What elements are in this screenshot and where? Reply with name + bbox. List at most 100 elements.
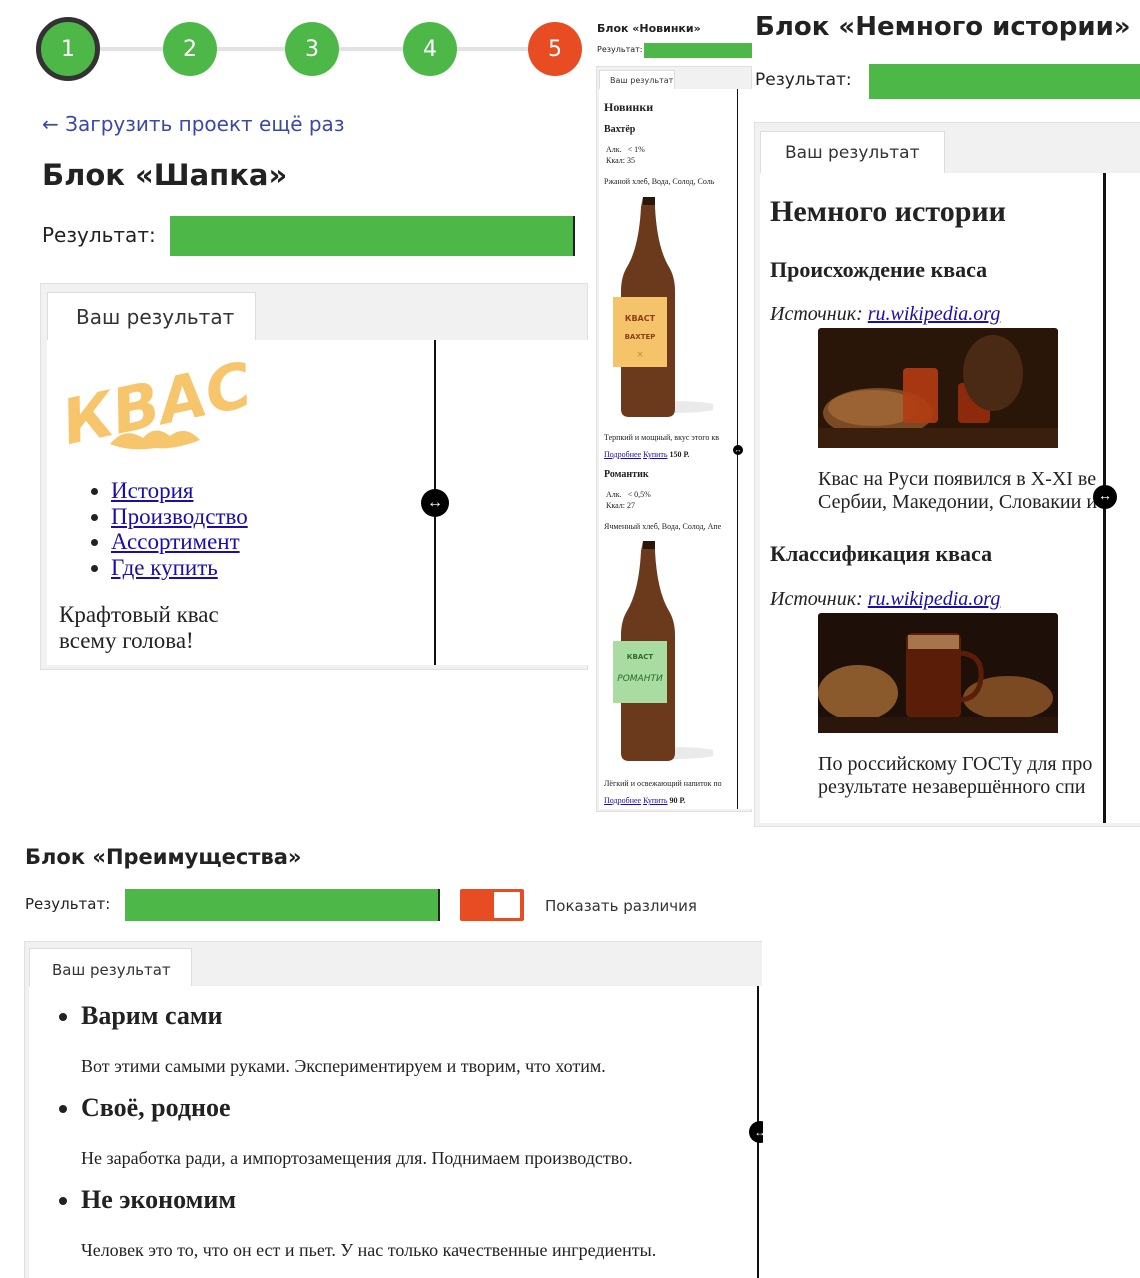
source-link-2[interactable]: ru.wikipedia.org (868, 588, 1001, 610)
show-diff-toggle[interactable] (460, 889, 524, 921)
advantages-result-label: Результат: (25, 895, 111, 913)
svg-text:КВАСТ: КВАСТ (627, 653, 654, 661)
header-result-frame: Ваш результат КВАСТ История Производство… (40, 283, 589, 670)
advantage-item-2: Своё, родное (81, 1093, 231, 1123)
nav-item-where-buy: Где купить (111, 555, 248, 581)
advantages-block-title: Блок «Преимущества» (25, 845, 302, 869)
source-label-2: Источник: (770, 588, 863, 610)
news-result-bar (644, 43, 752, 58)
history-text-2b: результате незавершённого спи (818, 776, 1086, 798)
history-result-label: Результат: (755, 70, 852, 90)
advantages-list-2: Своё, родное (81, 1093, 231, 1123)
news-block-title: Блок «Новинки» (597, 22, 701, 35)
advantages-list-3: Не экономим (81, 1185, 236, 1215)
advantages-compare-handle-icon[interactable]: ↔ (749, 1121, 763, 1143)
step-3[interactable]: 3 (285, 22, 339, 76)
advantage-text-3: Человек это то, что он ест и пьет. У нас… (81, 1240, 657, 1260)
kvass-bottle-image-2: КВАСТ РОМАНТИ (613, 541, 713, 761)
svg-text:РОМАНТИ: РОМАНТИ (617, 674, 663, 684)
product-price-1: 150 Р. (669, 450, 690, 459)
nav-link-history[interactable]: История (111, 478, 193, 503)
header-result-label: Результат: (42, 223, 156, 247)
header-nav-list: История Производство Ассортимент Где куп… (111, 478, 248, 580)
show-diff-label: Показать различия (545, 897, 697, 915)
advantage-item-3: Не экономим (81, 1185, 236, 1215)
source-link-1[interactable]: ru.wikipedia.org (868, 303, 1001, 325)
header-result-tab[interactable]: Ваш результат (47, 292, 256, 340)
advantages-result-panel: Варим сами Вот этими самыми руками. Эксп… (29, 986, 763, 1278)
product-name-1: Вахтёр (604, 124, 636, 135)
news-result-panel: Новинки Вахтёр Алк. < 1% Ккал: 35 Ржаной… (599, 89, 753, 809)
tagline-line-1: Крафтовый квас (59, 602, 219, 627)
product-alc-2: Алк. < 0,5% (606, 490, 651, 499)
svg-text:ВАХТЕР: ВАХТЕР (625, 333, 656, 341)
history-text-1b: Сербии, Македонии, Словакии и (818, 491, 1098, 513)
svg-text:КВАСТ: КВАСТ (625, 314, 656, 323)
product-buy-link-2[interactable]: Купить (643, 796, 667, 805)
history-result-tab[interactable]: Ваш результат (760, 131, 945, 173)
product-price-2: 90 Р. (669, 796, 686, 805)
nav-link-where-buy[interactable]: Где купить (111, 555, 218, 580)
history-subheading-1: Происхождение кваса (770, 257, 988, 282)
header-result-panel: КВАСТ История Производство Ассортимент Г… (47, 340, 589, 665)
history-compare-handle-icon[interactable]: ↔ (1093, 485, 1117, 509)
product-links-2: Подробнее Купить 90 Р. (604, 796, 685, 805)
nav-item-history: История (111, 478, 248, 504)
history-result-frame: Ваш результат Немного истории Происхожде… (754, 122, 1140, 827)
history-subheading-2: Классификация кваса (770, 541, 993, 566)
history-source-1: Источник: ru.wikipedia.org (770, 303, 1000, 326)
step-5[interactable]: 5 (528, 22, 582, 76)
news-heading: Новинки (604, 100, 654, 114)
header-compare-handle-icon[interactable]: ↔ (421, 489, 449, 517)
product-ingredients-1: Ржаной хлеб, Вода, Солод, Соль (604, 177, 715, 186)
kvast-logo: КВАСТ (56, 348, 250, 458)
svg-text:×: × (636, 350, 644, 360)
product-buy-link-1[interactable]: Купить (643, 450, 667, 459)
product-name-2: Романтик (604, 469, 649, 480)
step-2[interactable]: 2 (163, 22, 217, 76)
history-source-2: Источник: ru.wikipedia.org (770, 588, 1000, 611)
product-desc-1: Терпкий и мощный, вкус этого кв (604, 433, 719, 442)
kvass-history-image-1 (818, 328, 1058, 448)
history-result-bar (869, 64, 1140, 99)
step-1[interactable]: 1 (36, 17, 100, 81)
history-heading: Немного истории (770, 195, 1006, 228)
product-kcal-2: Ккал: 27 (606, 501, 635, 510)
tagline: Крафтовый квас всему голова! (59, 602, 219, 654)
news-compare-handle-icon[interactable]: ↔ (733, 445, 743, 455)
news-result-label: Результат: (597, 45, 643, 54)
product-links-1: Подробнее Купить 150 Р. (604, 450, 689, 459)
source-label-1: Источник: (770, 303, 863, 325)
kvass-history-image-2 (818, 613, 1058, 733)
news-result-tab[interactable]: Ваш результат (599, 70, 675, 90)
history-block-title: Блок «Немного истории» (755, 12, 1131, 42)
step-4[interactable]: 4 (403, 22, 457, 76)
nav-item-production: Производство (111, 504, 248, 530)
advantages-list: Варим сами (81, 1001, 223, 1047)
kvass-bottle-image-1: КВАСТ ВАХТЕР × (613, 197, 713, 417)
nav-link-assortment[interactable]: Ассортимент (111, 529, 240, 554)
advantage-text-1: Вот этими самыми руками. Экспериментируе… (81, 1056, 606, 1076)
advantage-item-1: Варим сами (81, 1001, 223, 1047)
product-kcal-1: Ккал: 35 (606, 156, 635, 165)
header-result-bar (170, 216, 575, 256)
history-result-panel: Немного истории Происхождение кваса Исто… (760, 173, 1140, 823)
reload-project-link[interactable]: ← Загрузить проект ещё раз (42, 112, 344, 136)
advantages-result-frame: Ваш результат Варим сами Вот этими самым… (24, 941, 763, 1278)
product-ingredients-2: Ячменный хлеб, Вода, Солод, Апе (604, 522, 722, 531)
advantages-result-tab[interactable]: Ваш результат (29, 948, 192, 988)
history-text-2a: По российскому ГОСТу для про (818, 753, 1093, 775)
history-text-1a: Квас на Руси появился в X-XI ве (818, 468, 1097, 490)
nav-link-production[interactable]: Производство (111, 504, 248, 529)
product-alc-1: Алк. < 1% (606, 145, 645, 154)
header-block-title: Блок «Шапка» (42, 158, 288, 192)
toggle-knob (494, 892, 520, 918)
advantage-text-2: Не заработка ради, а импортозамещения дл… (81, 1148, 633, 1168)
news-result-frame: Ваш результат Новинки Вахтёр Алк. < 1% К… (596, 66, 753, 812)
product-more-link-1[interactable]: Подробнее (604, 450, 641, 459)
product-more-link-2[interactable]: Подробнее (604, 796, 641, 805)
advantages-result-bar (125, 889, 440, 921)
tagline-line-2: всему голова! (59, 628, 194, 653)
nav-item-assortment: Ассортимент (111, 529, 248, 555)
product-desc-2: Лёгкий и освежающий напиток по (604, 779, 722, 788)
